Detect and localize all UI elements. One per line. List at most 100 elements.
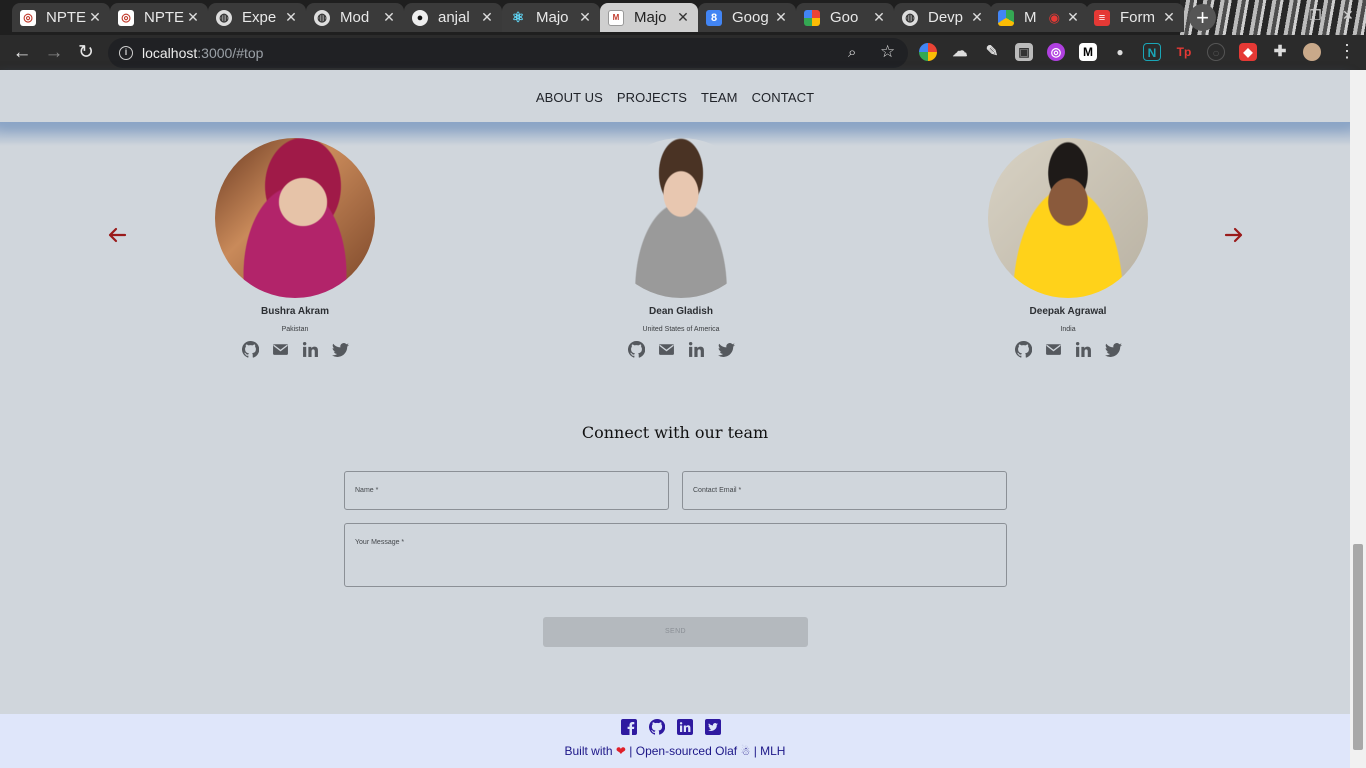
google-extension-icon[interactable] bbox=[919, 43, 937, 61]
built-with-text: Built with bbox=[564, 744, 613, 758]
carousel-next-arrow-icon[interactable] bbox=[1224, 225, 1244, 251]
close-icon[interactable]: ✕ bbox=[186, 9, 200, 26]
address-bar[interactable]: i localhost:3000/#top ⌕ ☆ bbox=[108, 38, 908, 68]
color-extension-icon[interactable]: ◎ bbox=[1047, 43, 1065, 61]
twitter-icon[interactable] bbox=[717, 341, 735, 358]
google-photos-icon bbox=[804, 9, 820, 26]
browser-tab[interactable]: Goo ✕ bbox=[796, 3, 894, 32]
close-icon[interactable]: ✕ bbox=[284, 9, 298, 26]
nav-projects[interactable]: PROJECTS bbox=[617, 90, 687, 105]
reload-button[interactable]: ↻ bbox=[74, 41, 98, 65]
contact-heading: Connect with our team bbox=[581, 423, 769, 442]
close-icon[interactable]: ✕ bbox=[774, 9, 788, 26]
close-icon[interactable]: ✕ bbox=[578, 9, 592, 26]
email-icon[interactable] bbox=[658, 341, 675, 358]
close-icon[interactable]: ✕ bbox=[872, 9, 886, 26]
tab-title: Goog bbox=[732, 9, 769, 26]
forms-icon: ≡ bbox=[1094, 9, 1110, 26]
pen-extension-icon[interactable]: ✎ bbox=[983, 43, 1001, 61]
new-tab-button[interactable]: + bbox=[1189, 4, 1216, 31]
open-sourced-link[interactable]: | Open-sourced Olaf bbox=[629, 744, 737, 758]
close-icon[interactable]: ✕ bbox=[88, 9, 102, 26]
github-icon[interactable] bbox=[1014, 340, 1032, 358]
nav-team[interactable]: TEAM bbox=[701, 90, 738, 105]
mlh-icon: M bbox=[608, 9, 624, 26]
tp-extension-icon[interactable]: Tp bbox=[1175, 43, 1193, 61]
twitter-icon[interactable] bbox=[1104, 341, 1122, 358]
tab-title: Form bbox=[1120, 9, 1155, 26]
browser-tab[interactable]: ◍ Mod ✕ bbox=[306, 3, 404, 32]
twitter-icon[interactable] bbox=[705, 719, 721, 735]
menu-kebab-icon[interactable]: ⋮ bbox=[1338, 41, 1356, 62]
ghost-extension-icon[interactable]: ● bbox=[1111, 43, 1129, 61]
browser-tab-active[interactable]: M Majo ✕ bbox=[600, 3, 698, 32]
url-text[interactable]: localhost:3000/#top bbox=[142, 45, 263, 61]
member-socials bbox=[571, 340, 791, 358]
browser-tab[interactable]: 8 Goog ✕ bbox=[698, 3, 796, 32]
restore-window-icon[interactable]: ❐ bbox=[1309, 7, 1322, 24]
browser-tab[interactable]: ◍ Expe ✕ bbox=[208, 3, 306, 32]
nav-contact[interactable]: CONTACT bbox=[752, 90, 815, 105]
close-icon[interactable]: ✕ bbox=[1162, 9, 1176, 26]
close-icon[interactable]: ✕ bbox=[676, 9, 690, 26]
twitter-icon[interactable] bbox=[331, 341, 349, 358]
email-icon[interactable] bbox=[1045, 341, 1062, 358]
github-icon[interactable] bbox=[648, 718, 666, 735]
mlh-link[interactable]: | MLH bbox=[754, 744, 786, 758]
tab-title: M bbox=[1024, 9, 1037, 26]
email-field[interactable]: Contact Email * bbox=[682, 471, 1007, 510]
member-name: Bushra Akram bbox=[261, 306, 329, 317]
globe-icon: ◍ bbox=[314, 9, 330, 26]
close-icon[interactable]: ✕ bbox=[480, 9, 494, 26]
save-extension-icon[interactable]: ▣ bbox=[1015, 43, 1033, 61]
send-button[interactable]: SEND bbox=[543, 617, 808, 647]
page-scrollbar[interactable] bbox=[1350, 70, 1366, 768]
tab-title: anjal bbox=[438, 9, 470, 26]
member-photo bbox=[215, 138, 375, 298]
browser-tab[interactable]: ◎ NPTE ✕ bbox=[12, 3, 110, 32]
pdf-extension-icon[interactable]: ◆ bbox=[1239, 43, 1257, 61]
globe-icon: ◍ bbox=[216, 9, 232, 26]
circle-extension-icon[interactable]: ○ bbox=[1207, 43, 1225, 61]
close-icon[interactable]: ✕ bbox=[382, 9, 396, 26]
name-field[interactable]: Name * bbox=[344, 471, 669, 510]
browser-toolbar: ← → ↻ i localhost:3000/#top ⌕ ☆ ☁ ✎ ▣ ◎ … bbox=[0, 35, 1366, 70]
footer-social-icons bbox=[621, 718, 721, 735]
email-icon[interactable] bbox=[272, 341, 289, 358]
linkedin-icon[interactable] bbox=[677, 719, 693, 735]
linkedin-icon[interactable] bbox=[1075, 341, 1092, 358]
facebook-icon[interactable] bbox=[621, 719, 637, 735]
bookmark-star-icon[interactable]: ☆ bbox=[880, 42, 895, 62]
close-icon[interactable]: ✕ bbox=[970, 9, 984, 26]
browser-tab[interactable]: M ◉ ✕ bbox=[990, 3, 1088, 32]
browser-tab[interactable]: ⚛ Majo ✕ bbox=[502, 3, 600, 32]
react-icon: ⚛ bbox=[511, 9, 525, 25]
github-icon[interactable] bbox=[627, 340, 645, 358]
puzzle-extensions-icon[interactable]: ✚ bbox=[1271, 43, 1289, 61]
nav-about-us[interactable]: ABOUT US bbox=[536, 90, 603, 105]
tab-title: NPTE bbox=[144, 9, 185, 26]
forward-button[interactable]: → bbox=[42, 41, 66, 65]
close-icon[interactable]: ✕ bbox=[1066, 9, 1080, 26]
browser-tab[interactable]: ● anjal ✕ bbox=[404, 3, 502, 32]
github-icon[interactable] bbox=[241, 340, 259, 358]
n-extension-icon[interactable]: N bbox=[1143, 43, 1161, 61]
message-field[interactable]: Your Message * bbox=[344, 523, 1007, 587]
member-photo bbox=[601, 138, 761, 298]
nptel-icon: ◎ bbox=[118, 9, 134, 26]
linkedin-icon[interactable] bbox=[688, 341, 705, 358]
site-info-icon[interactable]: i bbox=[119, 46, 133, 60]
profile-avatar[interactable] bbox=[1303, 43, 1321, 61]
scrollbar-thumb[interactable] bbox=[1353, 544, 1363, 750]
cloud-extension-icon[interactable]: ☁ bbox=[951, 43, 969, 61]
browser-tab[interactable]: ≡ Form ✕ bbox=[1086, 3, 1184, 32]
zoom-icon[interactable]: ⌕ bbox=[848, 44, 856, 61]
carousel-prev-arrow-icon[interactable] bbox=[107, 225, 127, 251]
back-button[interactable]: ← bbox=[10, 41, 34, 65]
browser-tab[interactable]: ◎ NPTE ✕ bbox=[110, 3, 208, 32]
linkedin-icon[interactable] bbox=[302, 341, 319, 358]
browser-tab[interactable]: ◍ Devp ✕ bbox=[894, 3, 992, 32]
tab-title: Majo bbox=[536, 9, 569, 26]
close-window-icon[interactable]: ✕ bbox=[1342, 7, 1354, 24]
medium-extension-icon[interactable]: M bbox=[1079, 43, 1097, 61]
